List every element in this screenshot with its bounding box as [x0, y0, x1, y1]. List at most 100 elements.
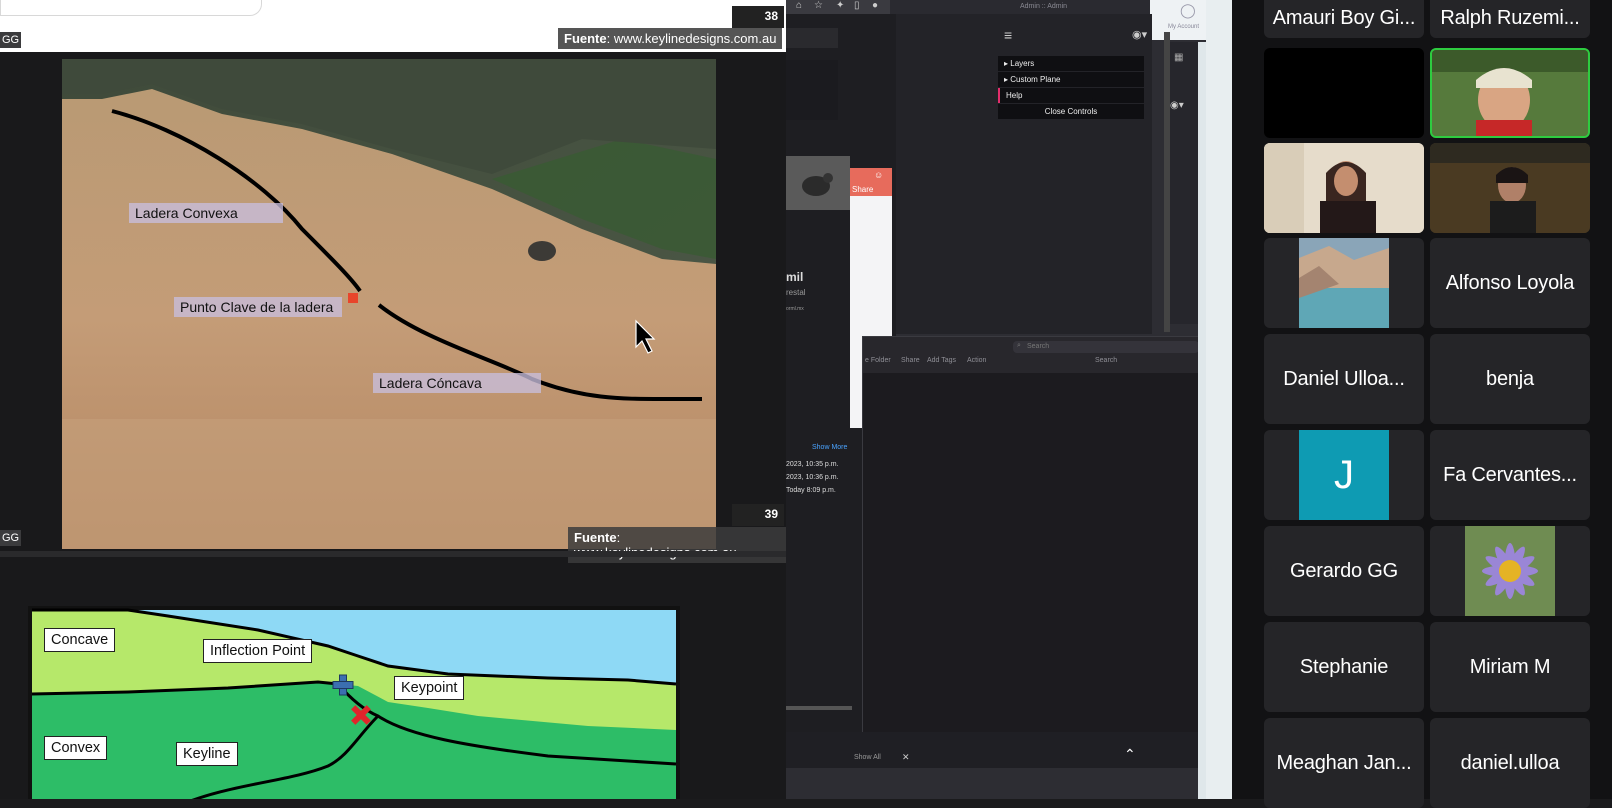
- participant-video-black[interactable]: [1264, 48, 1424, 138]
- share-label[interactable]: Share: [852, 185, 873, 194]
- date-item: Today 8:09 p.m.: [786, 487, 836, 494]
- hamburger-icon[interactable]: ≡: [1004, 27, 1012, 43]
- close-controls-button[interactable]: Close Controls: [998, 104, 1144, 119]
- menu-custom-plane[interactable]: ▸ Custom Plane: [998, 72, 1144, 87]
- brand-text: mil restal: [786, 270, 826, 310]
- slide-tab-shape: [0, 0, 262, 16]
- add-tags-label[interactable]: Add Tags: [927, 357, 956, 364]
- emoji-icon[interactable]: ☺: [874, 170, 883, 180]
- shared-screen: 38 Fuente: www.keylinedesigns.com.au GG: [0, 0, 786, 799]
- participant-name: Meaghan Jan...: [1276, 751, 1412, 774]
- action-label[interactable]: Action: [967, 357, 986, 364]
- scrollbar[interactable]: [786, 706, 852, 710]
- participant-tile[interactable]: Ralph Ruzemi...: [1430, 0, 1590, 38]
- menu-help-label: Help: [1006, 91, 1023, 100]
- participant-video-woman[interactable]: [1264, 143, 1424, 233]
- participant-tile[interactable]: Amauri Boy Gi...: [1264, 0, 1424, 38]
- date-item: 2023, 10:36 p.m.: [786, 474, 839, 481]
- source-caption-39: Fuente: www.keylinedesigns.com.au: [568, 527, 786, 563]
- bottom-bar: Show All ✕ ⌃: [786, 732, 1232, 768]
- diagram-label-keypoint: Keypoint: [394, 676, 465, 700]
- share-bar: ☺ Share: [850, 168, 892, 196]
- source-label: Fuente: [564, 31, 607, 46]
- menu-custom-plane-label: Custom Plane: [1010, 75, 1061, 84]
- desktop-windows: ⌂ ☆ ✦ ▯ ● ⋮ Admin :: Admin ◯ My Account …: [786, 0, 1232, 799]
- source-caption-38: Fuente: www.keylinedesigns.com.au: [558, 28, 783, 49]
- participant-flower-tile[interactable]: [1430, 526, 1590, 616]
- label-convex-slope: Ladera Convexa: [129, 203, 283, 223]
- source-url: : www.keylinedesigns.com.au: [606, 31, 777, 46]
- label-concave-slope: Ladera Cóncava: [373, 373, 541, 393]
- right-backdrop-strip: [1206, 0, 1232, 799]
- participant-landscape-tile[interactable]: [1264, 238, 1424, 328]
- participant-tile-alfonso[interactable]: Alfonso Loyola: [1430, 238, 1590, 328]
- brand-url: orml.mx: [786, 306, 804, 312]
- chevron-up-icon[interactable]: ⌃: [1124, 746, 1136, 763]
- avatar: J: [1299, 430, 1389, 520]
- participant-tile-daniel[interactable]: Daniel Ulloa...: [1264, 334, 1424, 424]
- participant-name: Alfonso Loyola: [1445, 271, 1575, 294]
- active-speaker-tile[interactable]: [1430, 48, 1590, 138]
- search-label: Search: [1095, 357, 1118, 364]
- participant-name: Daniel Ulloa...: [1283, 367, 1405, 390]
- finder-toolbar: e Folder Share Add Tags Action ⌕ Search …: [863, 337, 1207, 373]
- participant-name: Ralph Ruzemi...: [1440, 6, 1580, 29]
- label-keypoint: Punto Clave de la ladera: [174, 297, 342, 317]
- window-scrollbar[interactable]: [1164, 32, 1170, 332]
- participant-gallery: Amauri Boy Gi... Ralph Ruzemi... Alfonso…: [1232, 0, 1612, 808]
- finder-search-input[interactable]: ⌕ Search: [1013, 341, 1199, 353]
- participant-name: daniel.ulloa: [1460, 751, 1560, 774]
- menu-layers[interactable]: ▸ Layers: [998, 56, 1144, 71]
- diagram-label-concave: Concave: [44, 628, 116, 652]
- participant-tile-j[interactable]: J: [1264, 430, 1424, 520]
- participant-name: Gerardo GG: [1289, 559, 1399, 582]
- participant-tile-danielulloa[interactable]: daniel.ulloa: [1430, 718, 1590, 808]
- new-folder-label[interactable]: e Folder: [865, 357, 891, 364]
- user-menu-icon[interactable]: ◉▾: [1132, 28, 1147, 41]
- participant-tile-miriam[interactable]: Miriam M: [1430, 622, 1590, 712]
- search-placeholder: Search: [1027, 343, 1050, 350]
- participant-tile-stephanie[interactable]: Stephanie: [1264, 622, 1424, 712]
- show-all-button[interactable]: Show All: [854, 754, 881, 761]
- gui-controls: ▸ Layers ▸ Custom Plane Help Close Contr…: [998, 56, 1144, 119]
- participant-name: Miriam M: [1469, 655, 1551, 678]
- date-list: 2023, 10:35 p.m. 2023, 10:36 p.m. Today …: [786, 458, 846, 497]
- account-icon[interactable]: ◯: [1180, 2, 1196, 19]
- close-icon[interactable]: ✕: [902, 752, 910, 763]
- grid-icon[interactable]: ▦: [1174, 52, 1183, 63]
- participant-tile-fa[interactable]: Fa Cervantes...: [1430, 430, 1590, 520]
- finder-window: e Folder Share Add Tags Action ⌕ Search …: [862, 336, 1207, 748]
- user-menu-icon-2[interactable]: ◉▾: [1170, 100, 1184, 111]
- participant-name: benja: [1486, 367, 1534, 390]
- corner-tag-38: GG: [0, 32, 22, 48]
- source-label: Fuente: [574, 530, 617, 545]
- sidebar-icon[interactable]: ▯: [854, 0, 860, 11]
- diagram-label-convex: Convex: [44, 736, 108, 760]
- participant-tile-meaghan[interactable]: Meaghan Jan...: [1264, 718, 1424, 808]
- search-icon: ⌕: [1017, 342, 1021, 349]
- brand-sub: restal: [786, 288, 806, 297]
- menu-help[interactable]: Help: [998, 88, 1144, 103]
- window-title-bar: Admin :: Admin: [890, 0, 1150, 14]
- my-account-label: My Account: [1168, 24, 1200, 30]
- date-item: 2023, 10:35 p.m.: [786, 461, 839, 468]
- menu-layers-label: Layers: [1010, 59, 1035, 68]
- show-more-link[interactable]: Show More: [812, 444, 847, 451]
- participant-video-man[interactable]: [1430, 143, 1590, 233]
- participant-tile-benja[interactable]: benja: [1430, 334, 1590, 424]
- participant-name: Stephanie: [1299, 655, 1389, 678]
- panel-block: [786, 60, 838, 120]
- corner-tag-39: GG: [0, 530, 22, 546]
- participant-name: Amauri Boy Gi...: [1272, 6, 1416, 29]
- bird-thumbnail: [786, 156, 850, 210]
- window-title: Admin :: Admin: [1020, 3, 1068, 10]
- home-icon[interactable]: ⌂: [796, 0, 802, 11]
- participant-name: Fa Cervantes...: [1443, 463, 1577, 486]
- profile-icon[interactable]: ●: [872, 0, 878, 11]
- slide-number-39: 39: [732, 504, 784, 526]
- share-toolbar-label[interactable]: Share: [901, 357, 920, 364]
- extension-icon[interactable]: ✦: [836, 0, 844, 11]
- star-icon[interactable]: ☆: [814, 0, 823, 11]
- slide-divider: [0, 551, 786, 557]
- participant-tile-gerardo[interactable]: Gerardo GG: [1264, 526, 1424, 616]
